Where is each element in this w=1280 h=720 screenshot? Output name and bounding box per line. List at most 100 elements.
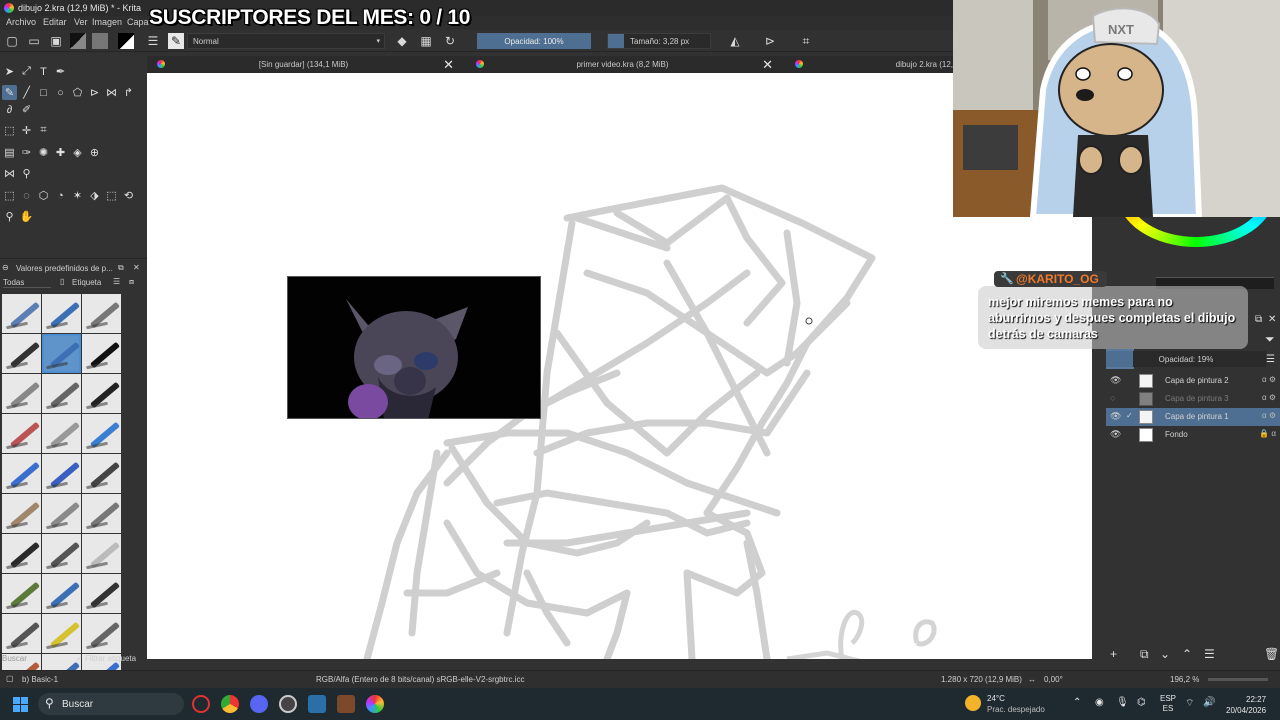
assistant-tool-icon[interactable]: ⋈ [2, 166, 17, 181]
brush-preset[interactable] [42, 574, 81, 613]
polygonal-selection-tool-icon[interactable]: ⬡ [36, 188, 51, 203]
brush-preset[interactable] [82, 294, 121, 333]
pan-tool-icon[interactable]: ✋ [19, 209, 34, 224]
menu-capa[interactable]: Capa [127, 17, 149, 27]
filter-by-tag-checkbox[interactable]: ✓ Filtrar etiqueta [76, 654, 136, 666]
layer-row-active[interactable]: 👁 ✓ Capa de pintura 1 α ⚙ [1106, 408, 1280, 426]
volume-icon[interactable]: 🔊 [1203, 697, 1215, 708]
float-docker-icon[interactable]: ⧉ [1255, 314, 1262, 325]
brush-preset[interactable] [2, 334, 41, 373]
gradient-tool-icon[interactable]: ▤ [2, 145, 17, 160]
brush-preset[interactable] [42, 494, 81, 533]
taskbar-search-input[interactable]: ⚲ Buscar [38, 693, 184, 715]
mirror-horizontal-icon[interactable]: ◭ [727, 33, 743, 49]
freehand-path-tool-icon[interactable]: ↱ [121, 85, 136, 100]
magnetic-selection-tool-icon[interactable]: ⟲ [121, 188, 136, 203]
brush-preset[interactable] [2, 414, 41, 453]
menu-editar[interactable]: Editar [43, 17, 67, 27]
tag-filter-select[interactable]: Todas [3, 278, 51, 288]
layer-menu-icon[interactable]: ☰ [1266, 354, 1275, 365]
rectangle-tool-icon[interactable]: □ [36, 85, 51, 100]
close-icon[interactable]: ✕ [133, 263, 140, 272]
krita-taskbar-icon[interactable] [366, 695, 384, 713]
menu-imagen[interactable]: Imagen [92, 17, 122, 27]
fill-tool-icon[interactable]: ◈ [70, 145, 85, 160]
layer-row[interactable]: 👁 Capa de pintura 2 α ⚙ [1106, 372, 1280, 390]
new-document-icon[interactable]: ▢ [4, 33, 20, 49]
calligraphy-tool-icon[interactable]: ✒ [53, 64, 68, 79]
brush-preset[interactable] [42, 414, 81, 453]
tray-app-icon[interactable]: ◉ [1095, 697, 1104, 708]
colorize-mask-tool-icon[interactable]: ✺ [36, 145, 51, 160]
smart-patch-tool-icon[interactable]: ✚ [53, 145, 68, 160]
move-tool-icon[interactable]: ✛ [19, 123, 34, 138]
open-folder-icon[interactable]: ▭ [26, 33, 42, 49]
rectangular-selection-tool-icon[interactable]: ⬚ [2, 188, 17, 203]
network-icon[interactable]: ⌬ [1137, 697, 1146, 708]
pattern-swatch-icon[interactable] [92, 33, 108, 49]
move-layer-up-icon[interactable]: ⌃ [1182, 647, 1192, 661]
delete-layer-icon[interactable]: 🗑 [1264, 647, 1279, 661]
freehand-selection-tool-icon[interactable]: ◔ [53, 188, 68, 203]
visibility-off-icon[interactable]: ○ [1110, 393, 1115, 403]
tag-label[interactable]: Etiqueta [72, 278, 101, 287]
freehand-brush-tool-icon[interactable]: ✎ [2, 85, 17, 100]
bezier-tool-icon[interactable]: ⋈ [104, 85, 119, 100]
brush-preset[interactable] [42, 294, 81, 333]
select-shape-tool-icon[interactable]: ➤ [2, 64, 17, 79]
input-language-indicator[interactable]: ESP ES [1160, 694, 1176, 714]
bezier-selection-tool-icon[interactable]: ⬚ [104, 188, 119, 203]
discord-icon[interactable] [250, 695, 268, 713]
brush-preset-icon[interactable]: ✎ [168, 33, 184, 49]
multibrush-tool-icon[interactable]: ✐ [19, 102, 34, 117]
layer-flags-icon[interactable]: α ⚙ [1262, 393, 1276, 402]
app-icon[interactable] [308, 695, 326, 713]
zoom-tool-icon[interactable]: ⚲ [2, 209, 17, 224]
move-layer-down-icon[interactable]: ⌄ [1160, 647, 1170, 661]
close-icon[interactable]: ✕ [762, 57, 773, 73]
gradient-swatch-icon[interactable] [70, 33, 86, 49]
reference-image-sonic-character[interactable] [287, 276, 541, 419]
alpha-lock-icon[interactable]: ▦ [418, 33, 434, 49]
chevron-up-icon[interactable]: ⌃ [1073, 697, 1081, 708]
lock-icon[interactable]: 🔒 α [1259, 429, 1276, 438]
brush-preset[interactable] [2, 534, 41, 573]
brush-preset[interactable] [2, 574, 41, 613]
microphone-icon[interactable]: 🎙 [1116, 697, 1129, 708]
reference-images-tool-icon[interactable]: ⚲ [19, 166, 34, 181]
polygon-tool-icon[interactable]: ⬠ [70, 85, 85, 100]
layer-row[interactable]: ○ Capa de pintura 3 α ⚙ [1106, 390, 1280, 408]
visibility-eye-icon[interactable]: 👁 [1110, 411, 1121, 422]
size-slider[interactable]: Tamaño: 3,28 px [607, 33, 711, 49]
text-tool-icon[interactable]: T [36, 64, 51, 79]
transform-tool-icon[interactable]: ⬚ [2, 123, 17, 138]
windows-start-icon[interactable] [13, 697, 28, 712]
duplicate-layer-icon[interactable]: ⧉ [1140, 647, 1149, 662]
visibility-eye-icon[interactable]: 👁 [1110, 375, 1121, 386]
zoom-slider[interactable] [1208, 678, 1268, 681]
color-picker-tool-icon[interactable]: ✑ [19, 145, 34, 160]
brush-preset[interactable] [82, 534, 121, 573]
brush-preset[interactable] [2, 374, 41, 413]
layer-flags-icon[interactable]: α ⚙ [1262, 375, 1276, 384]
color-selector-wheel[interactable] [1122, 217, 1270, 249]
brush-preset[interactable] [2, 454, 41, 493]
brush-preset-selected[interactable] [42, 334, 81, 373]
tab-primer-video[interactable]: primer video.kra (8,2 MiB) ✕ [466, 56, 779, 73]
layer-properties-icon[interactable]: ☰ [1204, 647, 1215, 661]
mirror-vertical-icon[interactable]: ⊳ [762, 33, 778, 49]
menu-archivo[interactable]: Archivo [6, 17, 36, 27]
ellipse-tool-icon[interactable]: ○ [53, 85, 68, 100]
brush-preset[interactable] [42, 614, 81, 653]
brush-preset[interactable] [82, 614, 121, 653]
brush-preset[interactable] [82, 494, 121, 533]
filter-icon[interactable]: ⏷ [1265, 332, 1275, 347]
contiguous-selection-tool-icon[interactable]: ✶ [70, 188, 85, 203]
obs-studio-icon[interactable] [279, 695, 297, 713]
layer-opacity-slider[interactable]: Opacidad: 19% [1106, 351, 1266, 367]
line-tool-icon[interactable]: ╱ [19, 85, 34, 100]
status-rotation[interactable]: 0,00° [1044, 675, 1063, 684]
brush-preset[interactable] [82, 414, 121, 453]
wifi-icon[interactable]: ⌔ [1185, 697, 1194, 710]
system-clock[interactable]: 22:27 20/04/2026 [1226, 694, 1266, 716]
